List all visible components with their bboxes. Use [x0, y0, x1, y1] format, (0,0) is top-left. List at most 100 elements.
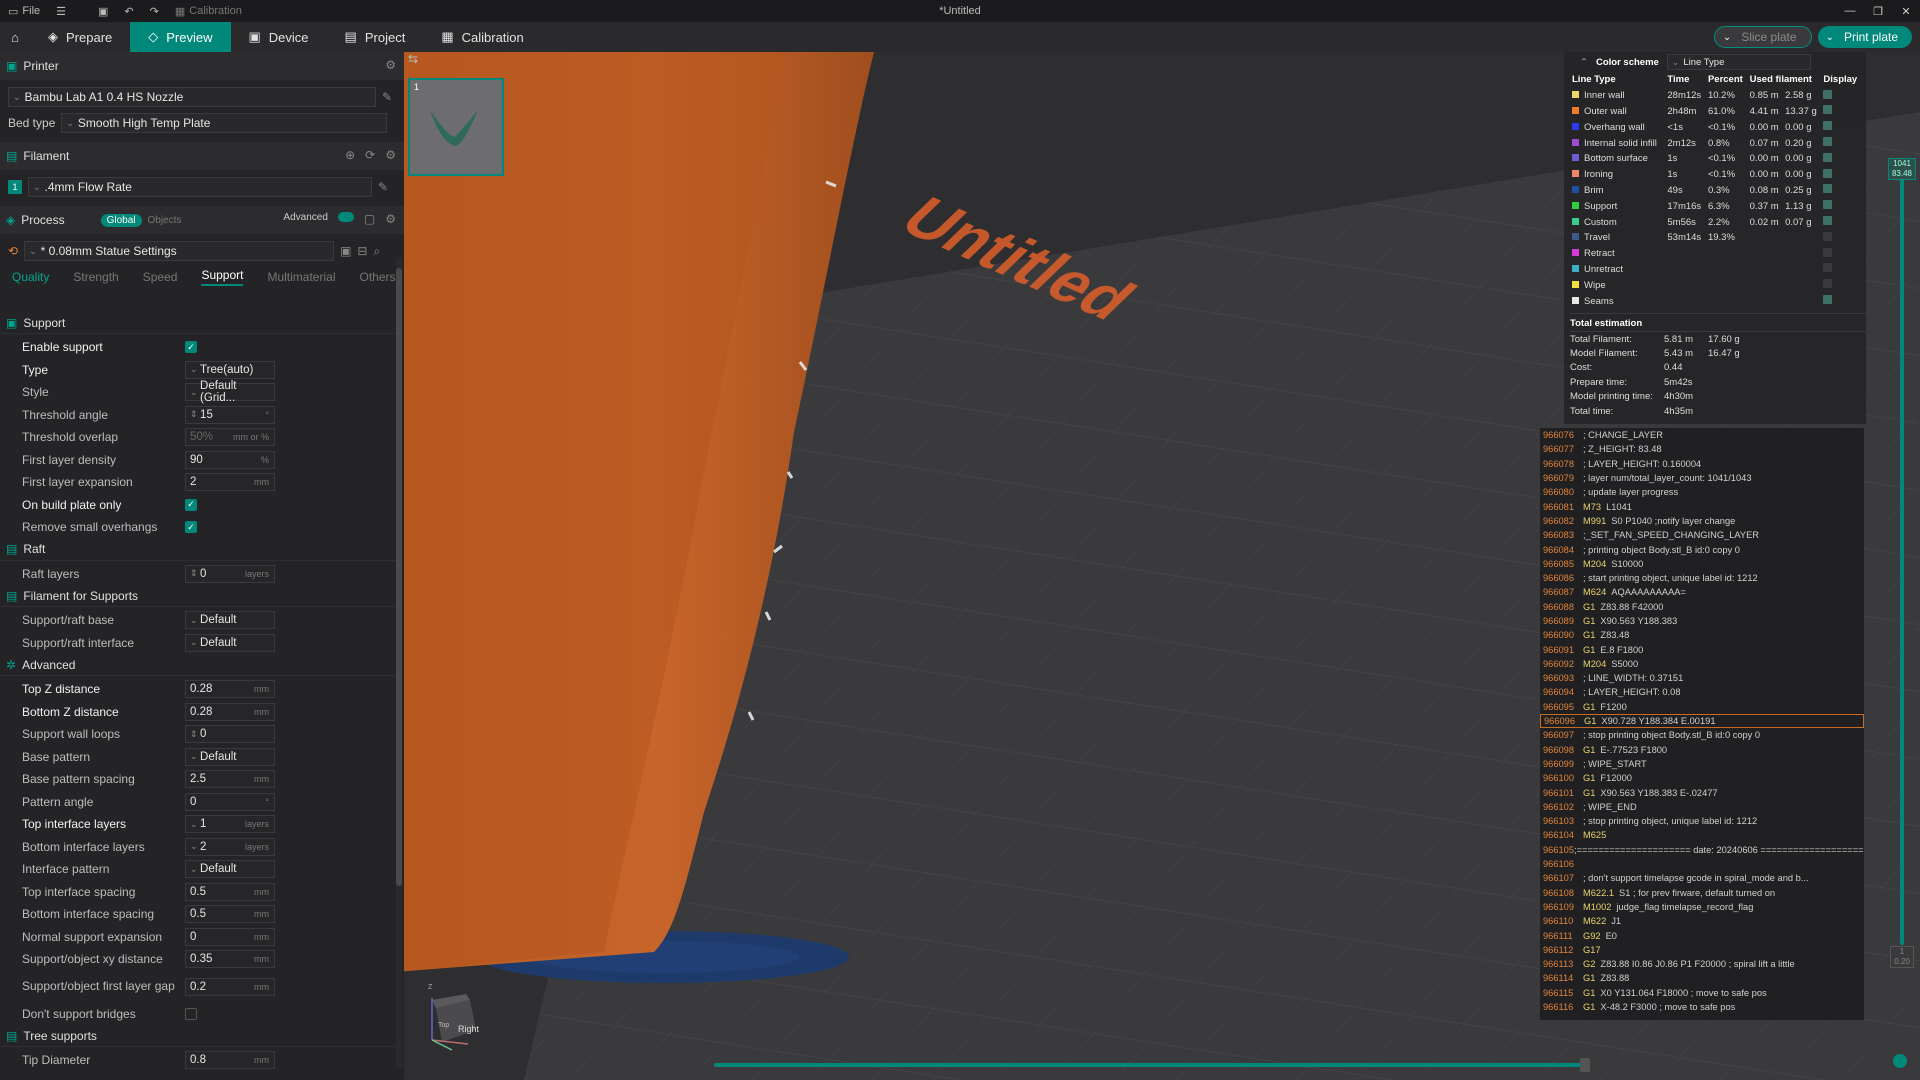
legend-display-checkbox[interactable]: [1823, 247, 1833, 257]
remove-small-overhangs-checkbox[interactable]: ✓: [185, 521, 197, 534]
base-spacing-input[interactable]: 2.5 mm: [185, 770, 275, 789]
collapse-sidebar-icon[interactable]: ⇆: [408, 52, 418, 66]
gcode-line[interactable]: 966093 ; LINE_WIDTH: 0.37151: [1540, 671, 1864, 685]
gcode-line[interactable]: 966078 ; LAYER_HEIGHT: 0.160004: [1540, 457, 1864, 471]
bed-type-select[interactable]: ⌄ Smooth High Temp Plate: [61, 113, 388, 133]
sidebar-scrollbar[interactable]: [396, 258, 402, 1068]
bottom-z-input[interactable]: 0.28 mm: [185, 702, 275, 721]
edit-filament-icon[interactable]: ✎: [378, 180, 388, 194]
gcode-line[interactable]: 966101 G1 X90.563 Y188.383 E-.02477: [1540, 785, 1864, 799]
gcode-line[interactable]: 966099 ; WIPE_START: [1540, 757, 1864, 771]
gcode-line[interactable]: 966114 G1 Z83.88: [1540, 971, 1864, 985]
gcode-line[interactable]: 966111 G92 E0: [1540, 928, 1864, 942]
gcode-line[interactable]: 966096 G1 X90.728 Y188.384 E.00191: [1540, 713, 1864, 729]
close-icon[interactable]: ✕: [1892, 0, 1920, 22]
wall-loops-input[interactable]: ⇕ 0: [185, 725, 275, 744]
chevron-down-icon[interactable]: ⌄: [1826, 32, 1834, 43]
on-build-plate-checkbox[interactable]: ✓: [185, 498, 197, 511]
gcode-line[interactable]: 966080 ; update layer progress: [1540, 485, 1864, 499]
gcode-line[interactable]: 966081 M73 L1041: [1540, 499, 1864, 513]
filament-sync-icon[interactable]: ⟳: [365, 148, 375, 162]
minimize-icon[interactable]: —: [1836, 0, 1864, 22]
calibration-menu[interactable]: ▦ Calibration: [167, 0, 250, 22]
slice-plate-button[interactable]: ⌄ Slice plate: [1713, 26, 1812, 48]
legend-display-checkbox[interactable]: [1823, 89, 1833, 99]
gcode-line[interactable]: 966109 M1002 judge_flag timelapse_record_f…: [1540, 900, 1864, 914]
gcode-line[interactable]: 966083 ;_SET_FAN_SPEED_CHANGING_LAYER: [1540, 528, 1864, 542]
legend-display-checkbox[interactable]: [1823, 216, 1833, 226]
gcode-line[interactable]: 966104 M625: [1540, 828, 1864, 842]
chevron-up-icon[interactable]: ⌃: [1580, 57, 1588, 68]
gcode-line[interactable]: 966087 M624 AQAAAAAAAAA=: [1540, 585, 1864, 599]
gcode-line[interactable]: 966088 G1 Z83.88 F42000: [1540, 600, 1864, 614]
maximize-icon[interactable]: ❐: [1864, 0, 1892, 22]
printer-select[interactable]: ⌄ Bambu Lab A1 0.4 HS Nozzle: [8, 87, 376, 107]
interface-pattern-select[interactable]: ⌄ Default: [185, 860, 275, 879]
process-global-toggle[interactable]: Global: [100, 213, 142, 227]
tab-preview[interactable]: ◇ Preview: [130, 22, 231, 52]
gcode-line[interactable]: 966086 ; start printing object, unique la…: [1540, 571, 1864, 585]
subtab-others[interactable]: Others: [359, 270, 395, 284]
gcode-viewer[interactable]: 966076 ; CHANGE_LAYER 966077 ; Z_HEIGHT: 83…: [1540, 428, 1864, 1020]
layer-slider-top-handle[interactable]: 1041 83.48: [1888, 158, 1916, 180]
file-menu[interactable]: ▭ File: [0, 0, 48, 22]
advanced-toggle[interactable]: [337, 212, 354, 222]
top-interface-spacing-input[interactable]: 0.5 mm: [185, 882, 275, 901]
normal-expansion-input[interactable]: 0 mm: [185, 927, 275, 946]
legend-display-checkbox[interactable]: [1823, 200, 1833, 210]
color-scheme-select[interactable]: ⌄ Line Type: [1666, 54, 1811, 70]
gcode-line[interactable]: 966107 ; don't support timelapse gcode in…: [1540, 871, 1864, 885]
gcode-line[interactable]: 966106: [1540, 857, 1864, 871]
gcode-line[interactable]: 966110 M622 J1: [1540, 914, 1864, 928]
search-icon[interactable]: ⌕: [373, 244, 380, 259]
gcode-line[interactable]: 966084 ; printing object Body.stl_B id:0 …: [1540, 542, 1864, 556]
raft-interface-select[interactable]: ⌄ Default: [185, 633, 275, 652]
gcode-line[interactable]: 966079 ; layer num/total_layer_count: 104…: [1540, 471, 1864, 485]
legend-display-checkbox[interactable]: [1823, 279, 1833, 289]
layer-slider[interactable]: [1900, 175, 1904, 945]
gcode-line[interactable]: 966108 M622.1 S1 ; for prev firware, defau…: [1540, 886, 1864, 900]
spin-icon[interactable]: ⇕: [190, 409, 200, 420]
dont-support-bridges-checkbox[interactable]: [185, 1007, 197, 1020]
enable-support-checkbox[interactable]: ✓: [185, 341, 197, 354]
gcode-line[interactable]: 966094 ; LAYER_HEIGHT: 0.08: [1540, 685, 1864, 699]
printer-settings-icon[interactable]: ⚙: [385, 58, 396, 72]
gcode-line[interactable]: 966092 M204 S5000: [1540, 657, 1864, 671]
tab-project[interactable]: ▤ Project: [327, 22, 424, 52]
gcode-line[interactable]: 966090 G1 Z83.48: [1540, 628, 1864, 642]
print-plate-button[interactable]: ⌄ Print plate: [1817, 26, 1912, 48]
tip-diameter-input[interactable]: 0.8 mm: [185, 1051, 275, 1070]
move-slider[interactable]: [714, 1063, 1582, 1067]
gcode-line[interactable]: 966100 G1 F12000: [1540, 771, 1864, 785]
gcode-line[interactable]: 966112 G17: [1540, 943, 1864, 957]
first-layer-gap-input[interactable]: 0.2 mm: [185, 977, 275, 996]
filament-select[interactable]: ⌄ .4mm Flow Rate: [28, 177, 372, 197]
gcode-line[interactable]: 966103 ; stop printing object, unique lab…: [1540, 814, 1864, 828]
pattern-angle-input[interactable]: 0 °: [185, 792, 275, 811]
process-preset-select[interactable]: ⌄ * 0.08mm Statue Settings: [24, 241, 335, 261]
subtab-quality[interactable]: Quality: [12, 270, 49, 284]
bottom-interface-layers-input[interactable]: ⌄ 2 layers: [185, 837, 275, 856]
base-pattern-select[interactable]: ⌄ Default: [185, 747, 275, 766]
layer-settings-icon[interactable]: [1893, 1054, 1907, 1068]
undo-icon[interactable]: ↶: [116, 0, 141, 22]
subtab-strength[interactable]: Strength: [73, 270, 118, 284]
filament-index-badge[interactable]: 1: [8, 180, 22, 194]
legend-display-checkbox[interactable]: [1823, 105, 1833, 115]
subtab-speed[interactable]: Speed: [143, 270, 178, 284]
redo-icon[interactable]: ↷: [142, 0, 167, 22]
gcode-line[interactable]: 966098 G1 E-.77523 F1800: [1540, 743, 1864, 757]
raft-layers-input[interactable]: ⇕ 0 layers: [185, 564, 275, 583]
gcode-line[interactable]: 966089 G1 X90.563 Y188.383: [1540, 614, 1864, 628]
legend-display-checkbox[interactable]: [1823, 137, 1833, 147]
bottom-interface-spacing-input[interactable]: 0.5 mm: [185, 905, 275, 924]
home-icon[interactable]: ⌂: [0, 22, 30, 52]
tab-prepare[interactable]: ◈ Prepare: [30, 22, 130, 52]
gcode-line[interactable]: 966077 ; Z_HEIGHT: 83.48: [1540, 442, 1864, 456]
tab-calibration[interactable]: ▦ Calibration: [423, 22, 541, 52]
plate-thumbnail[interactable]: 1: [408, 78, 504, 176]
layer-slider-bottom-handle[interactable]: 1 0.20: [1890, 946, 1914, 968]
xy-distance-input[interactable]: 0.35 mm: [185, 950, 275, 969]
support-style-select[interactable]: ⌄ Default (Grid...: [185, 380, 275, 404]
top-z-input[interactable]: 0.28 mm: [185, 680, 275, 699]
